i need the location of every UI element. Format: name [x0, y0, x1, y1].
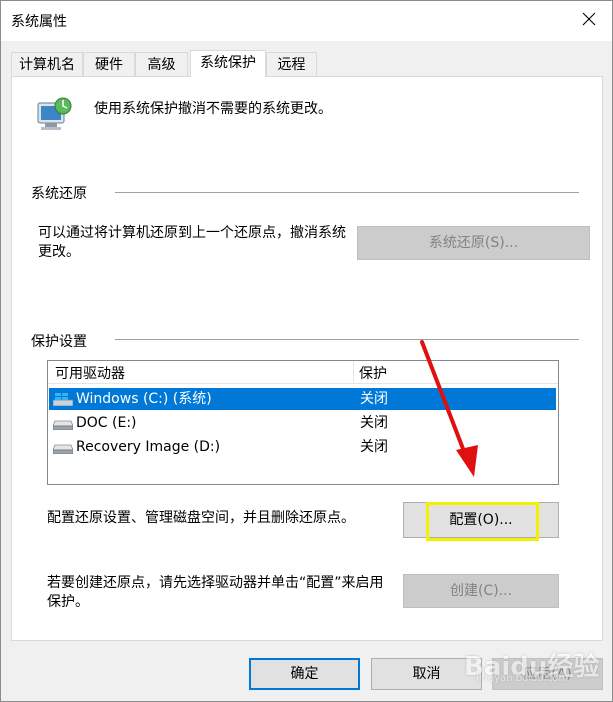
- watermark: Baidu经验 jingyan.baidu.com: [464, 646, 599, 686]
- system-protection-panel: 使用系统保护撤消不需要的系统更改。 系统还原 可以通过将计算机还原到上一个还原点…: [11, 76, 603, 641]
- windows-drive-icon: [53, 393, 73, 406]
- tab-system-protection[interactable]: 系统保护: [190, 50, 266, 77]
- column-header-protection[interactable]: 保护: [359, 363, 387, 383]
- restore-description: 可以通过将计算机还原到上一个还原点，撤消系统更改。: [38, 225, 346, 260]
- drive-name: Recovery Image (D:): [76, 439, 221, 455]
- close-icon: [582, 12, 596, 26]
- tab-computer-name[interactable]: 计算机名: [11, 52, 83, 76]
- tab-strip: 计算机名 硬件 高级 系统保护 远程: [11, 50, 603, 77]
- highlight-box: [426, 502, 539, 541]
- ok-button[interactable]: 确定: [249, 658, 360, 690]
- drive-name: Windows (C:) (系统): [76, 391, 212, 407]
- system-restore-button[interactable]: 系统还原(S)...: [357, 226, 590, 260]
- drive-protection-status: 关闭: [360, 415, 388, 431]
- hard-drive-icon: [53, 444, 73, 454]
- tab-remote[interactable]: 远程: [266, 52, 317, 76]
- drive-name: DOC (E:): [76, 415, 137, 431]
- title-bar: 系统属性: [1, 1, 612, 41]
- configure-text: 配置还原设置、管理磁盘空间，并且删除还原点。: [47, 510, 355, 526]
- window-title: 系统属性: [11, 14, 67, 30]
- column-header-drives[interactable]: 可用驱动器: [55, 363, 125, 383]
- annotation-arrow-icon: [420, 340, 478, 477]
- restore-divider: [115, 192, 579, 193]
- tab-advanced[interactable]: 高级: [135, 52, 188, 76]
- drive-protection-status: 关闭: [360, 439, 388, 455]
- restore-heading: 系统还原: [31, 186, 87, 202]
- close-button[interactable]: [566, 1, 612, 37]
- tab-hardware[interactable]: 硬件: [83, 52, 135, 76]
- protection-heading: 保护设置: [31, 334, 87, 350]
- intro-text: 使用系统保护撤消不需要的系统更改。: [94, 101, 332, 117]
- system-properties-window: 系统属性 计算机名 硬件 高级 系统保护 远程 使用系统保护撤消不需要的系统更改…: [0, 0, 613, 702]
- create-button[interactable]: 创建(C)...: [403, 574, 559, 608]
- system-protection-icon: [37, 97, 72, 130]
- dialog-footer: 确定 取消 应用(A) Baidu经验 jingyan.baidu.com: [1, 642, 612, 701]
- column-separator: [353, 361, 354, 383]
- drive-protection-status: 关闭: [360, 391, 388, 407]
- create-text: 若要创建还原点，请先选择驱动器并单击“配置”来启用保护。: [47, 575, 384, 610]
- watermark-url: jingyan.baidu.com: [476, 673, 569, 684]
- hard-drive-icon: [53, 420, 73, 430]
- protection-divider: [115, 339, 579, 340]
